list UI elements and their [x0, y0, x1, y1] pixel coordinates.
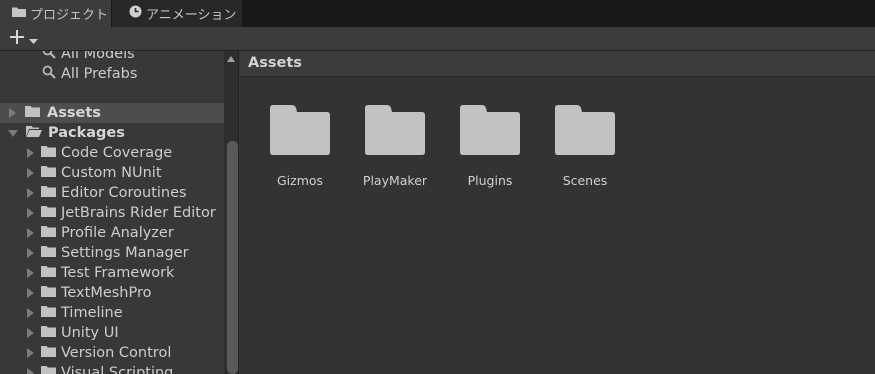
asset-label: Gizmos — [276, 173, 324, 188]
expand-arrow-icon[interactable] — [27, 168, 34, 178]
tree-item-label: Version Control — [61, 345, 172, 361]
folder-icon — [555, 105, 615, 159]
tree-item-label: TextMeshPro — [61, 285, 152, 301]
clock-icon — [129, 5, 142, 22]
tree-item-package[interactable]: Code Coverage — [0, 143, 224, 163]
tree-item-package[interactable]: Editor Coroutines — [0, 183, 224, 203]
tree-item-package[interactable]: JetBrains Rider Editor — [0, 203, 224, 223]
asset-grid: Gizmos PlayMaker Plugins Scenes — [240, 77, 875, 374]
tree-item-package[interactable]: Profile Analyzer — [0, 223, 224, 243]
folder-icon — [41, 305, 56, 321]
folder-icon — [41, 365, 56, 374]
tree-item-package[interactable]: Unity UI — [0, 323, 224, 343]
tree-item-packages[interactable]: Packages — [0, 123, 224, 143]
project-toolbar — [0, 27, 875, 51]
asset-label: PlayMaker — [362, 173, 428, 188]
search-icon — [42, 51, 56, 63]
project-tree-panel: All Models All Prefabs Assets Packages C… — [0, 51, 239, 374]
tree-item-label: Settings Manager — [61, 245, 189, 261]
tree-item-label: Assets — [47, 105, 101, 121]
folder-icon — [41, 245, 56, 261]
tree-item-label: Timeline — [61, 305, 123, 321]
folder-icon — [41, 265, 56, 281]
breadcrumb: Assets — [240, 51, 875, 77]
tab-project[interactable]: プロジェクト — [0, 0, 111, 27]
asset-folder[interactable]: Scenes — [545, 105, 625, 188]
tree-item-label: JetBrains Rider Editor — [61, 205, 216, 221]
folder-icon — [41, 285, 56, 301]
tab-project-label: プロジェクト — [30, 8, 109, 23]
expand-arrow-icon[interactable] — [27, 288, 34, 298]
tab-animation-label: アニメーション — [146, 8, 237, 23]
scrollbar-thumb[interactable] — [227, 141, 238, 374]
asset-label: Scenes — [562, 173, 608, 188]
expand-arrow-icon[interactable] — [27, 368, 34, 374]
tree-item-label: Unity UI — [61, 325, 119, 341]
scroll-up-arrow-icon[interactable] — [227, 56, 235, 62]
tree-item-package[interactable]: Custom NUnit — [0, 163, 224, 183]
expand-arrow-icon[interactable] — [27, 188, 34, 198]
asset-label: Plugins — [467, 173, 513, 188]
folder-icon — [41, 145, 56, 161]
tree-item-all-prefabs[interactable]: All Prefabs — [0, 64, 224, 84]
tree-item-label: Visual Scripting — [61, 365, 174, 374]
folder-icon — [460, 105, 520, 159]
folder-icon — [365, 105, 425, 159]
folder-icon — [41, 165, 56, 181]
tree-item-assets[interactable]: Assets — [0, 103, 224, 123]
expand-arrow-icon[interactable] — [27, 308, 34, 318]
expand-arrow-icon[interactable] — [27, 328, 34, 338]
expand-arrow-icon[interactable] — [27, 248, 34, 258]
folder-icon — [25, 105, 40, 121]
collapse-arrow-icon[interactable] — [8, 129, 18, 137]
tree-item-package[interactable]: Version Control — [0, 343, 224, 363]
expand-arrow-icon[interactable] — [9, 108, 16, 118]
tree-item-package[interactable]: Visual Scripting — [0, 363, 224, 374]
tree-item-package[interactable]: Settings Manager — [0, 243, 224, 263]
search-icon — [42, 65, 56, 83]
folder-icon — [41, 205, 56, 221]
tree-item-label: Test Framework — [61, 265, 175, 281]
expand-arrow-icon[interactable] — [27, 148, 34, 158]
asset-folder[interactable]: PlayMaker — [355, 105, 435, 188]
folder-icon — [41, 345, 56, 361]
plus-icon — [8, 28, 26, 50]
tree-item-label: Editor Coroutines — [61, 185, 187, 201]
expand-arrow-icon[interactable] — [27, 268, 34, 278]
window-tab-bar: プロジェクト アニメーション — [0, 0, 875, 27]
folder-open-icon — [26, 125, 42, 141]
asset-folder[interactable]: Plugins — [450, 105, 530, 188]
expand-arrow-icon[interactable] — [27, 348, 34, 358]
breadcrumb-item-assets[interactable]: Assets — [248, 55, 302, 71]
tree-item-package[interactable]: TextMeshPro — [0, 283, 224, 303]
expand-arrow-icon[interactable] — [27, 208, 34, 218]
tree-item-package[interactable]: Timeline — [0, 303, 224, 323]
folder-icon — [41, 185, 56, 201]
expand-arrow-icon[interactable] — [27, 228, 34, 238]
tree-item-label: Code Coverage — [61, 145, 173, 161]
tree-item-label: Custom NUnit — [61, 165, 162, 181]
tree-item-label: Packages — [48, 125, 125, 141]
folder-icon — [41, 225, 56, 241]
tab-animation[interactable]: アニメーション — [112, 0, 242, 27]
tree-item-label: All Prefabs — [61, 66, 138, 82]
create-dropdown-button[interactable] — [8, 29, 44, 49]
tree-item-all-models[interactable]: All Models — [0, 51, 224, 64]
folder-icon — [41, 325, 56, 341]
asset-folder[interactable]: Gizmos — [260, 105, 340, 188]
folder-icon — [270, 105, 330, 159]
tree-item-package[interactable]: Test Framework — [0, 263, 224, 283]
chevron-down-icon — [29, 30, 38, 49]
tree-item-label: All Models — [61, 51, 135, 62]
tree-item-label: Profile Analyzer — [61, 225, 174, 241]
folder-icon — [12, 6, 26, 21]
